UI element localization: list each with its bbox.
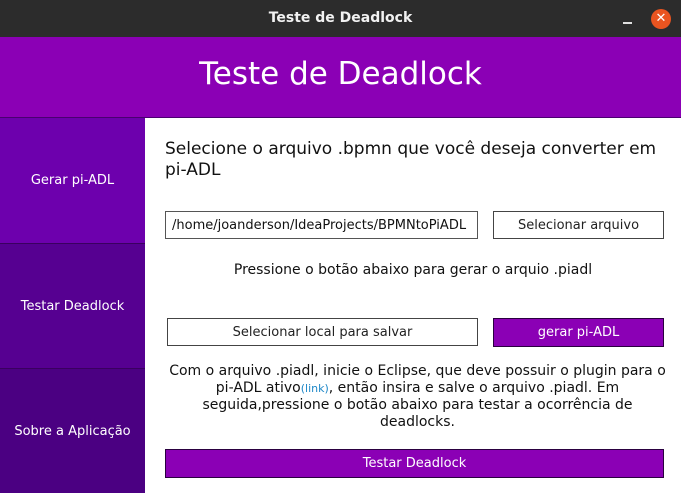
generate-pi-adl-button[interactable]: gerar pi-ADL	[493, 318, 664, 347]
plugin-link[interactable]: (link)	[301, 382, 329, 395]
generate-instruction: Pressione o botão abaixo para gerar o ar…	[233, 262, 593, 278]
close-icon[interactable]: ✕	[651, 9, 671, 29]
header-banner: Teste de Deadlock	[0, 37, 681, 118]
window-title: Teste de Deadlock	[268, 10, 413, 26]
file-path-input[interactable]	[165, 211, 478, 239]
window-titlebar: Teste de Deadlock ✕	[0, 0, 681, 37]
sidebar-item-testar-deadlock[interactable]: Testar Deadlock	[0, 244, 145, 369]
sidebar-item-sobre-aplicacao[interactable]: Sobre a Aplicação	[0, 369, 145, 493]
select-file-button[interactable]: Selecionar arquivo	[493, 211, 664, 239]
test-deadlock-button[interactable]: Testar Deadlock	[165, 449, 664, 478]
minimize-icon[interactable]	[618, 10, 636, 28]
test-instruction-paragraph: Com o arquivo .piadl, inicie o Eclipse, …	[165, 363, 670, 431]
banner-title: Teste de Deadlock	[199, 56, 482, 92]
select-save-location-button[interactable]: Selecionar local para salvar	[167, 318, 478, 346]
sidebar-item-gerar-pi-adl[interactable]: Gerar pi-ADL	[0, 118, 145, 244]
page-heading: Selecione o arquivo .bpmn que você desej…	[165, 139, 657, 180]
main-panel: Selecione o arquivo .bpmn que você desej…	[145, 118, 681, 493]
sidebar: Gerar pi-ADL Testar Deadlock Sobre a Apl…	[0, 118, 145, 493]
